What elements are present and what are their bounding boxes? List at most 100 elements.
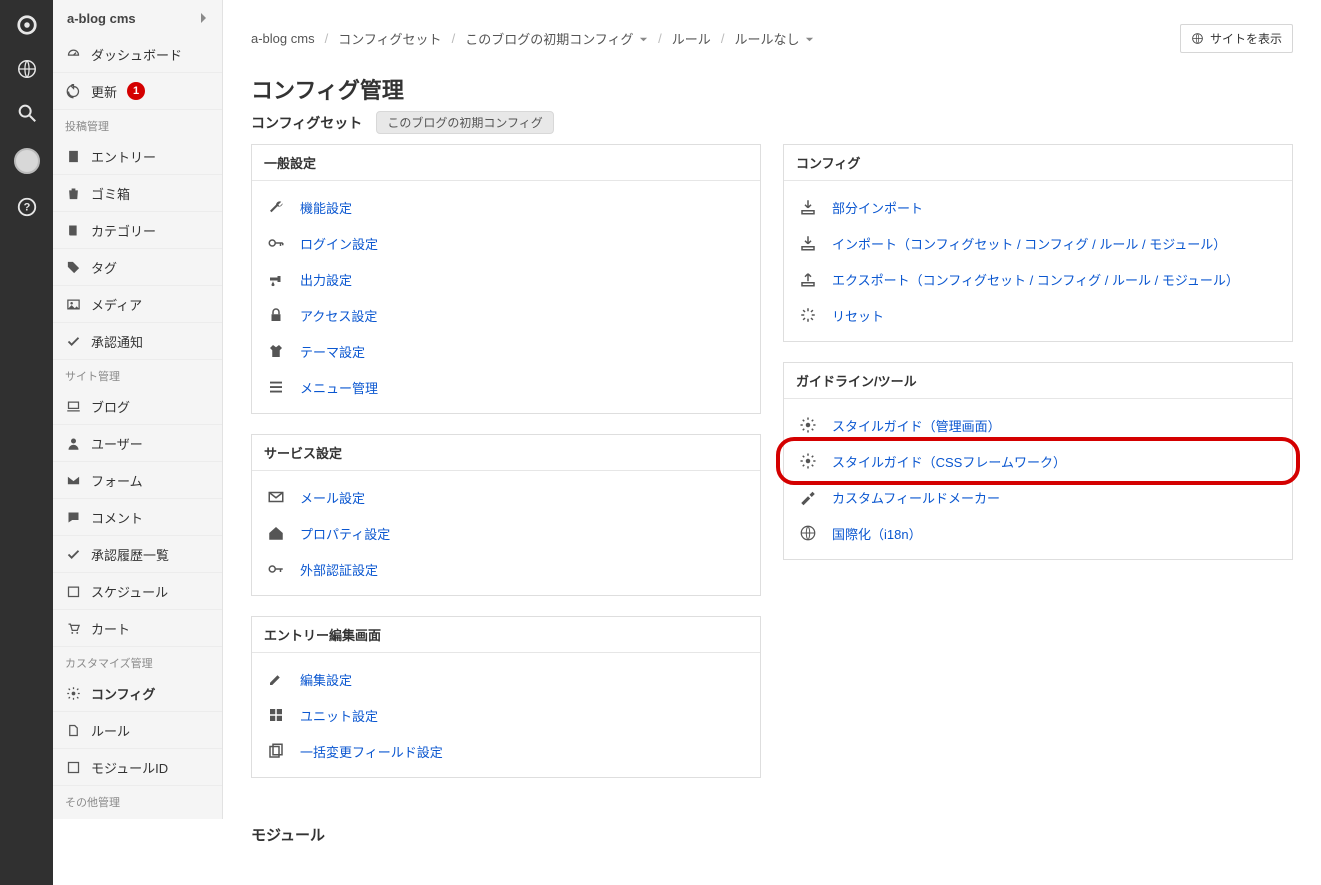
- globe-icon[interactable]: [16, 58, 38, 80]
- media-label: メディア: [91, 295, 142, 314]
- row-partial-import[interactable]: 部分インポート: [784, 189, 1292, 225]
- row-batchfield[interactable]: 一括変更フィールド設定: [252, 733, 760, 769]
- row-theme[interactable]: テーマ設定: [252, 333, 760, 369]
- sidebar-item-cart[interactable]: カート: [53, 610, 222, 647]
- link[interactable]: 編集設定: [300, 670, 352, 689]
- sidebar-item-dashboard[interactable]: ダッシュボード: [53, 36, 222, 73]
- sidebar-item-moduleid[interactable]: モジュールID: [53, 749, 222, 786]
- layers-icon: [266, 741, 286, 761]
- sidebar-item-user[interactable]: ユーザー: [53, 425, 222, 462]
- crumb-4[interactable]: ルール: [672, 29, 711, 48]
- sidebar-item-category[interactable]: カテゴリー: [53, 212, 222, 249]
- link[interactable]: スタイルガイド（管理画面）: [832, 416, 1001, 435]
- row-export[interactable]: エクスポート（コンフィグセット / コンフィグ / ルール / モジュール）: [784, 261, 1292, 297]
- link[interactable]: アクセス設定: [300, 306, 377, 325]
- upload-icon: [798, 269, 818, 289]
- sidebar-item-comment[interactable]: コメント: [53, 499, 222, 536]
- link[interactable]: リセット: [832, 306, 884, 325]
- row-login[interactable]: ログイン設定: [252, 225, 760, 261]
- comment-icon: [65, 509, 81, 525]
- link[interactable]: 出力設定: [300, 270, 352, 289]
- sidebar-item-config[interactable]: コンフィグ: [53, 675, 222, 712]
- crumb-3[interactable]: このブログの初期コンフィグ: [465, 29, 648, 48]
- row-access[interactable]: アクセス設定: [252, 297, 760, 333]
- spinner-icon: [798, 305, 818, 325]
- row-oauth[interactable]: 外部認証設定: [252, 551, 760, 587]
- row-reset[interactable]: リセット: [784, 297, 1292, 333]
- sidebar-item-update[interactable]: 更新 1: [53, 73, 222, 110]
- sub-label: コンフィグセット: [251, 113, 362, 133]
- hammer-icon: [798, 487, 818, 507]
- dashboard-icon: [65, 46, 81, 62]
- sidebar-item-trash[interactable]: ゴミ箱: [53, 175, 222, 212]
- row-menu[interactable]: メニュー管理: [252, 369, 760, 405]
- sidebar-item-checklist[interactable]: チェックリスト: [53, 814, 222, 819]
- link[interactable]: テーマ設定: [300, 342, 365, 361]
- link[interactable]: メール設定: [300, 488, 365, 507]
- sidebar-item-approve[interactable]: 承認通知: [53, 323, 222, 360]
- sidebar-item-approve-list[interactable]: 承認履歴一覧: [53, 536, 222, 573]
- sidebar-item-blog[interactable]: ブログ: [53, 388, 222, 425]
- edit-icon: [266, 669, 286, 689]
- row-function[interactable]: 機能設定: [252, 189, 760, 225]
- link[interactable]: ユニット設定: [300, 706, 378, 725]
- globe-icon: [1191, 32, 1204, 45]
- logo-icon[interactable]: [16, 14, 38, 36]
- link[interactable]: スタイルガイド（CSSフレームワーク）: [832, 452, 1066, 471]
- link[interactable]: プロパティ設定: [300, 524, 390, 543]
- help-icon[interactable]: ?: [16, 196, 38, 218]
- view-site-button[interactable]: サイトを表示: [1180, 24, 1293, 53]
- view-site-label: サイトを表示: [1210, 30, 1282, 47]
- chevron-right-icon: [200, 12, 208, 24]
- link[interactable]: エクスポート（コンフィグセット / コンフィグ / ルール / モジュール）: [832, 270, 1239, 289]
- row-styleguide-css[interactable]: スタイルガイド（CSSフレームワーク）: [784, 443, 1292, 479]
- row-unit[interactable]: ユニット設定: [252, 697, 760, 733]
- user-avatar[interactable]: [14, 148, 40, 174]
- cart-icon: [65, 620, 81, 636]
- home-icon: [266, 523, 286, 543]
- sidebar-item-rule[interactable]: ルール: [53, 712, 222, 749]
- sidebar-item-tag[interactable]: タグ: [53, 249, 222, 286]
- calendar-icon: [65, 583, 81, 599]
- row-edit[interactable]: 編集設定: [252, 661, 760, 697]
- link[interactable]: 機能設定: [300, 198, 352, 217]
- link[interactable]: 部分インポート: [832, 198, 923, 217]
- crumb-2[interactable]: コンフィグセット: [338, 29, 441, 48]
- crumb-1[interactable]: a-blog cms: [251, 31, 315, 46]
- search-icon[interactable]: [16, 102, 38, 124]
- link[interactable]: 一括変更フィールド設定: [300, 742, 443, 761]
- link[interactable]: 国際化（i18n）: [832, 524, 922, 543]
- link[interactable]: ログイン設定: [300, 234, 378, 253]
- check-icon: [65, 333, 81, 349]
- row-import[interactable]: インポート（コンフィグセット / コンフィグ / ルール / モジュール）: [784, 225, 1292, 261]
- check-icon: [65, 546, 81, 562]
- key-icon: [266, 559, 286, 579]
- grid-icon: [266, 705, 286, 725]
- link[interactable]: 外部認証設定: [300, 560, 378, 579]
- row-i18n[interactable]: 国際化（i18n）: [784, 515, 1292, 551]
- sidebar-brand[interactable]: a-blog cms: [53, 0, 222, 36]
- update-badge: 1: [127, 82, 145, 100]
- panel-entryedit-title: エントリー編集画面: [252, 617, 760, 653]
- sidebar-item-media[interactable]: メディア: [53, 286, 222, 323]
- row-property[interactable]: プロパティ設定: [252, 515, 760, 551]
- file-icon: [65, 148, 81, 164]
- link[interactable]: カスタムフィールドメーカー: [832, 488, 1000, 507]
- category-label: カテゴリー: [91, 221, 156, 240]
- svg-text:?: ?: [23, 202, 30, 214]
- sidebar-item-form[interactable]: フォーム: [53, 462, 222, 499]
- comment-label: コメント: [91, 508, 143, 527]
- image-icon: [65, 296, 81, 312]
- crumb-5[interactable]: ルールなし: [734, 29, 814, 48]
- icon-rail: ?: [0, 0, 53, 885]
- sidebar-item-entry[interactable]: エントリー: [53, 138, 222, 175]
- row-mail[interactable]: メール設定: [252, 479, 760, 515]
- link[interactable]: メニュー管理: [300, 378, 378, 397]
- schedule-label: スケジュール: [91, 582, 168, 601]
- sidebar-item-schedule[interactable]: スケジュール: [53, 573, 222, 610]
- row-output[interactable]: 出力設定: [252, 261, 760, 297]
- sidebar-section-post: 投稿管理: [53, 110, 222, 138]
- link[interactable]: インポート（コンフィグセット / コンフィグ / ルール / モジュール）: [832, 234, 1226, 253]
- download-icon: [798, 233, 818, 253]
- key-icon: [266, 233, 286, 253]
